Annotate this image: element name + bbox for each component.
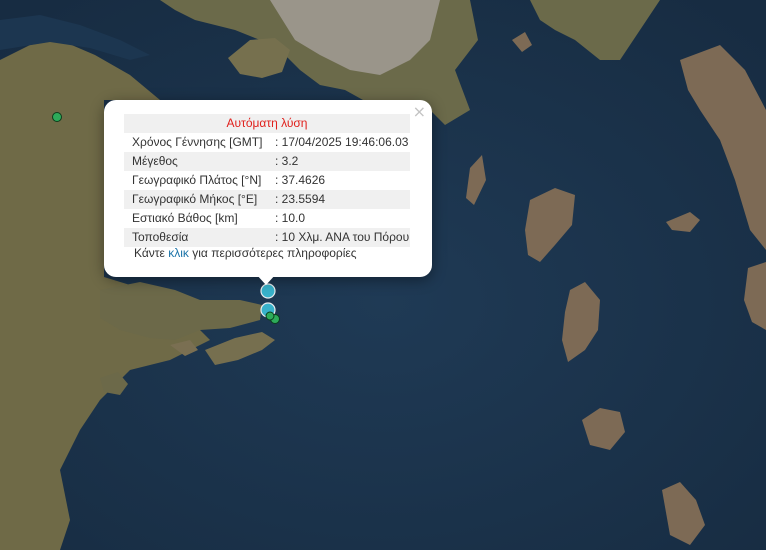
earthquake-marker-4[interactable]	[265, 311, 275, 321]
earthquake-popup: × Αυτόματη λύση Χρόνος Γέννησης [GMT] : …	[104, 100, 432, 277]
footer-suffix: για περισσότερες πληροφορίες	[192, 246, 357, 260]
table-row: Εστιακό Βάθος [km] : 10.0	[124, 209, 410, 228]
earthquake-marker-5[interactable]	[52, 112, 62, 122]
depth-label: Εστιακό Βάθος [km]	[132, 211, 238, 225]
table-row: Μέγεθος : 3.2	[124, 152, 410, 171]
latitude-label: Γεωγραφικό Πλάτος [°N]	[132, 173, 262, 187]
popup-title-row: Αυτόματη λύση	[124, 114, 410, 133]
location-label: Τοποθεσία	[124, 228, 267, 247]
location-value: : 10 Χλμ. ΑΝΑ του Πόρου	[267, 228, 410, 247]
earthquake-marker-1[interactable]	[260, 283, 276, 299]
longitude-label: Γεωγραφικό Μήκος [°E]	[124, 190, 267, 209]
latitude-value: : 37.4626	[275, 173, 326, 187]
popup-title: Αυτόματη λύση	[124, 114, 410, 133]
magnitude-value: : 3.2	[267, 152, 410, 171]
longitude-value: : 23.5594	[267, 190, 410, 209]
more-info-link[interactable]: κλικ	[168, 246, 189, 260]
table-row: Τοποθεσία : 10 Χλμ. ΑΝΑ του Πόρου	[124, 228, 410, 247]
table-row: Γεωγραφικό Μήκος [°E] : 23.5594	[124, 190, 410, 209]
popup-pointer	[256, 274, 276, 285]
close-icon[interactable]: ×	[413, 102, 426, 122]
table-row: Χρόνος Γέννησης [GMT] : 17/04/2025 19:46…	[124, 133, 410, 152]
depth-value: : 10.0	[275, 211, 306, 225]
popup-footer: Κάντε κλικ για περισσότερες πληροφορίες	[134, 246, 357, 260]
footer-prefix: Κάντε	[134, 246, 165, 260]
table-row: Γεωγραφικό Πλάτος [°N] : 37.4626	[124, 171, 410, 190]
origin-time-value: : 17/04/2025 19:46:06.03	[275, 135, 409, 149]
magnitude-label: Μέγεθος	[124, 152, 267, 171]
origin-time-label: Χρόνος Γέννησης [GMT]	[132, 135, 263, 149]
earthquake-info-table: Αυτόματη λύση Χρόνος Γέννησης [GMT] : 17…	[124, 114, 410, 247]
